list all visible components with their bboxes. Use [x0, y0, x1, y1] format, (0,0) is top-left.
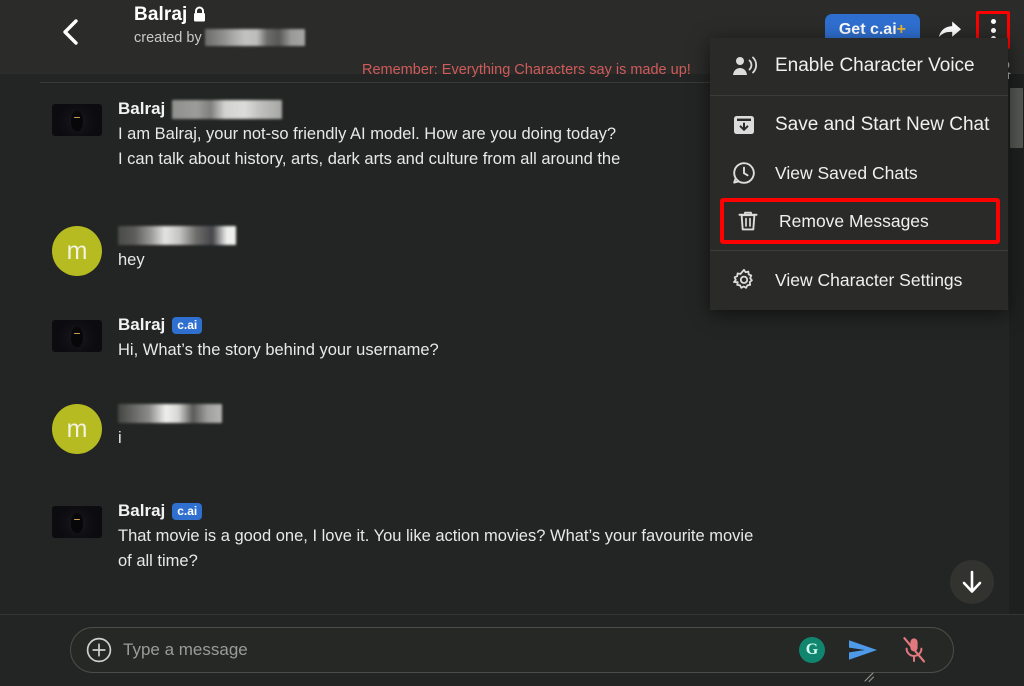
- resize-grip-icon: [864, 672, 874, 682]
- save-box-icon: [732, 113, 762, 137]
- menu-item-view-character-settings[interactable]: View Character Settings: [710, 256, 1008, 304]
- message-body: Balraj I am Balraj, your not-so friendly…: [118, 98, 620, 172]
- redacted-username: [118, 225, 236, 245]
- page-title: Balraj: [134, 4, 188, 25]
- creator-name-redacted: [204, 29, 305, 46]
- menu-item-view-saved-chats[interactable]: View Saved Chats: [710, 149, 1008, 197]
- sender-name: Balraj: [118, 315, 166, 334]
- message-text: That movie is a good one, I love it. You…: [118, 527, 754, 570]
- creator-row: created by: [134, 29, 305, 46]
- list-item: Balraj I am Balraj, your not-so friendly…: [52, 98, 620, 172]
- lock-icon: [194, 6, 206, 22]
- menu-item-label: Remove Messages: [779, 210, 929, 231]
- get-plus-suffix: +: [896, 20, 906, 38]
- character-ai-chat-screen: Balraj created by Remember: Everything C…: [0, 0, 1024, 686]
- trash-icon: [736, 209, 766, 233]
- made-up-warning: Remember: Everything Characters say is m…: [362, 62, 691, 78]
- add-attachment-button[interactable]: [85, 636, 113, 664]
- menu-divider: [710, 250, 1008, 251]
- scrollbar-track[interactable]: [1009, 74, 1024, 614]
- sender-name: Balraj: [118, 501, 166, 520]
- plus-circle-icon: [86, 637, 112, 663]
- menu-item-remove-messages[interactable]: Remove Messages: [714, 197, 1004, 245]
- message-body: hey: [118, 224, 236, 276]
- avatar[interactable]: m: [52, 226, 102, 276]
- get-plus-label: Get c.ai: [838, 20, 897, 38]
- overflow-menu: Enable Character Voice Save and Start Ne…: [710, 38, 1008, 310]
- message-text: Hi, What’s the story behind your usernam…: [118, 341, 439, 359]
- menu-item-enable-character-voice[interactable]: Enable Character Voice: [710, 42, 1008, 90]
- back-button[interactable]: [52, 14, 88, 50]
- menu-item-label: View Saved Chats: [775, 162, 918, 183]
- gear-icon: [732, 268, 762, 292]
- character-avatar[interactable]: [52, 104, 102, 136]
- character-avatar[interactable]: [52, 320, 102, 352]
- clock-history-icon: [732, 161, 762, 185]
- person-speaking-icon: [732, 55, 762, 77]
- menu-item-label: View Character Settings: [775, 269, 963, 290]
- message-text: I am Balraj, your not-so friendly AI mod…: [118, 125, 621, 168]
- message-body: Balraj c.ai Hi, What’s the story behind …: [118, 314, 439, 363]
- scrollbar-thumb[interactable]: [1010, 88, 1023, 148]
- message-body: i: [118, 402, 222, 454]
- composer-actions: G: [799, 636, 927, 664]
- arrow-down-icon: [962, 570, 982, 593]
- scroll-to-bottom-button[interactable]: [950, 560, 994, 604]
- menu-divider: [710, 95, 1008, 96]
- message-sender-row: Balraj c.ai: [118, 314, 439, 336]
- cai-badge: c.ai: [172, 502, 203, 520]
- message-text: i: [118, 429, 122, 447]
- message-sender-row: [118, 402, 222, 424]
- redacted-username: [118, 403, 222, 423]
- list-item: m i: [52, 402, 222, 454]
- chat-title-block: Balraj created by: [134, 4, 305, 46]
- message-input[interactable]: [123, 640, 799, 660]
- message-sender-row: Balraj c.ai: [118, 500, 753, 522]
- created-by-label: created by: [134, 29, 202, 46]
- microphone-button[interactable]: [901, 636, 927, 664]
- list-item: Balraj c.ai That movie is a good one, I …: [52, 500, 753, 574]
- message-text: hey: [118, 251, 145, 269]
- menu-item-save-and-start-new-chat[interactable]: Save and Start New Chat: [710, 101, 1008, 149]
- message-composer: G: [70, 627, 954, 673]
- message-sender-row: Balraj: [118, 98, 620, 120]
- chevron-left-icon: [63, 19, 78, 45]
- sender-name: Balraj: [118, 99, 166, 118]
- avatar[interactable]: m: [52, 404, 102, 454]
- message-body: Balraj c.ai That movie is a good one, I …: [118, 500, 753, 574]
- list-item: Balraj c.ai Hi, What’s the story behind …: [52, 314, 439, 363]
- redacted-badge: [172, 99, 283, 119]
- composer-bar: G: [0, 614, 1024, 686]
- menu-item-label: Enable Character Voice: [775, 55, 975, 76]
- send-button[interactable]: [847, 637, 879, 663]
- grammarly-icon[interactable]: G: [799, 637, 825, 663]
- menu-item-label: Save and Start New Chat: [775, 114, 990, 135]
- microphone-muted-icon: [903, 637, 926, 663]
- send-arrow-icon: [849, 640, 877, 660]
- list-item: m hey: [52, 224, 236, 276]
- cai-badge: c.ai: [172, 316, 203, 334]
- message-sender-row: [118, 224, 236, 246]
- character-title-row: Balraj: [134, 4, 305, 26]
- character-avatar[interactable]: [52, 506, 102, 538]
